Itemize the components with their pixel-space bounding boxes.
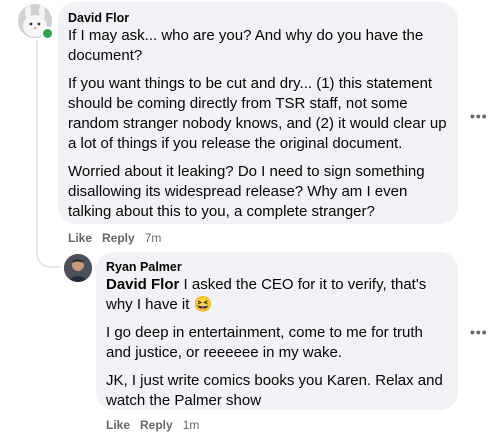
- comment-timestamp[interactable]: 7m: [145, 231, 162, 245]
- avatar-ryan-palmer[interactable]: [64, 254, 92, 282]
- more-options-button[interactable]: •••: [470, 108, 488, 124]
- more-options-button[interactable]: •••: [470, 324, 488, 340]
- online-status-indicator: [41, 27, 54, 40]
- comment-bubble: David Flor If I may ask... who are you? …: [58, 2, 458, 224]
- comment-text: If you want things to be cut and dry... …: [68, 75, 447, 152]
- reply-actions: Like Reply 1m: [106, 418, 199, 432]
- laughing-emoji-icon: 😆: [193, 296, 213, 313]
- reply-button[interactable]: Reply: [140, 418, 173, 432]
- person-avatar-icon: [64, 254, 92, 282]
- reply-bubble: Ryan Palmer David Flor I asked the CEO f…: [96, 252, 458, 410]
- mention-link[interactable]: David Flor: [106, 276, 179, 293]
- reply-button[interactable]: Reply: [102, 231, 135, 245]
- reply-timestamp[interactable]: 1m: [183, 418, 200, 432]
- like-button[interactable]: Like: [106, 418, 130, 432]
- reply-text: I go deep in entertainment, come to me f…: [106, 324, 423, 361]
- comment-text: If I may ask... who are you? And why do …: [68, 27, 424, 64]
- reply-thread-line: [36, 40, 60, 268]
- reply-text: David Flor I asked the CEO for it to ver…: [106, 275, 448, 315]
- reply-author[interactable]: Ryan Palmer: [106, 259, 448, 275]
- like-button[interactable]: Like: [68, 231, 92, 245]
- comment-actions: Like Reply 7m: [68, 231, 161, 245]
- reply-text: JK, I just write comics books you Karen.…: [106, 372, 443, 409]
- comment-author[interactable]: David Flor: [68, 10, 448, 26]
- comment-text: Worried about it leaking? Do I need to s…: [68, 163, 425, 220]
